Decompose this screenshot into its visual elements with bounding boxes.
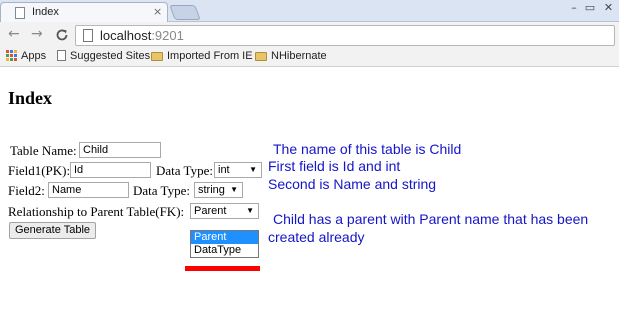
browser-toolbar: ← → localhost:9201 <box>0 22 619 48</box>
annotation-note-1: The name of this table is Child <box>273 141 462 157</box>
annotation-note-3: Second is Name and string <box>268 176 437 192</box>
new-tab-button[interactable] <box>169 5 201 20</box>
chevron-down-icon: ▼ <box>230 185 238 194</box>
address-bar[interactable]: localhost:9201 <box>75 25 615 46</box>
folder-icon <box>151 52 163 61</box>
red-highlight-bar <box>185 266 260 271</box>
table-name-input[interactable]: Child <box>79 142 161 158</box>
field1-input[interactable]: Id <box>70 162 151 178</box>
apps-grid-icon <box>6 50 17 61</box>
window-minimize-button[interactable]: – <box>566 1 582 15</box>
datatype1-selected-value: int <box>218 164 230 176</box>
bookmark-label: NHibernate <box>271 50 327 62</box>
field1-label: Field1(PK): <box>8 163 71 178</box>
chevron-down-icon: ▼ <box>246 206 254 215</box>
page-favicon-icon <box>15 7 25 19</box>
table-name-label: Table Name: <box>10 143 77 158</box>
browser-tab[interactable]: Index × <box>0 2 168 23</box>
relationship-label: Relationship to Parent Table(FK): <box>8 204 185 219</box>
window-close-button[interactable]: ✕ <box>600 1 617 15</box>
url-port: :9201 <box>151 28 184 43</box>
generate-table-button[interactable]: Generate Table <box>9 222 96 239</box>
datatype1-label: Data Type: <box>156 163 213 178</box>
browser-titlebar: Index × – ▭ ✕ <box>0 0 619 23</box>
bookmark-apps[interactable]: Apps <box>6 50 46 64</box>
relationship-select[interactable]: Parent ▼ <box>190 203 259 219</box>
page-icon <box>57 50 66 61</box>
tab-close-icon[interactable]: × <box>153 5 162 18</box>
bookmark-imported-from-ie[interactable]: Imported From IE <box>151 50 253 64</box>
bookmark-label: Suggested Sites <box>70 50 151 62</box>
datatype2-select[interactable]: string ▼ <box>194 182 243 198</box>
tab-title: Index <box>32 6 59 18</box>
annotation-note-5: created already <box>268 229 365 245</box>
bookmark-suggested-sites[interactable]: Suggested Sites <box>57 50 150 64</box>
chevron-down-icon: ▼ <box>249 165 257 174</box>
back-arrow-icon[interactable]: ← <box>8 26 20 42</box>
datatype2-selected-value: string <box>198 184 225 196</box>
relationship-selected-value: Parent <box>194 205 227 217</box>
option-datatype[interactable]: DataType <box>191 244 258 257</box>
forward-arrow-icon[interactable]: → <box>31 26 43 42</box>
relationship-options-list: Parent DataType <box>190 230 259 258</box>
page-title: Index <box>8 88 53 108</box>
bookmark-label: Apps <box>21 50 47 62</box>
bookmarks-bar: Apps Suggested Sites Imported From IE NH… <box>0 48 619 67</box>
option-parent[interactable]: Parent <box>191 231 258 244</box>
field2-input[interactable]: Name <box>48 182 129 198</box>
folder-icon <box>255 52 267 61</box>
annotation-note-2: First field is Id and int <box>268 158 401 174</box>
bookmark-label: Imported From IE <box>167 50 253 62</box>
window-maximize-button[interactable]: ▭ <box>582 1 598 15</box>
bookmark-nhibernate[interactable]: NHibernate <box>255 50 327 64</box>
page-icon <box>83 29 93 42</box>
page-content: Index Table Name: Child Field1(PK): Id D… <box>0 68 619 323</box>
field2-label: Field2: <box>8 183 45 198</box>
annotation-note-4: Child has a parent with Parent name that… <box>273 211 589 227</box>
datatype2-label: Data Type: <box>133 183 190 198</box>
reload-icon[interactable] <box>55 28 69 42</box>
datatype1-select[interactable]: int ▼ <box>214 162 262 178</box>
url-text[interactable]: localhost:9201 <box>100 28 184 43</box>
